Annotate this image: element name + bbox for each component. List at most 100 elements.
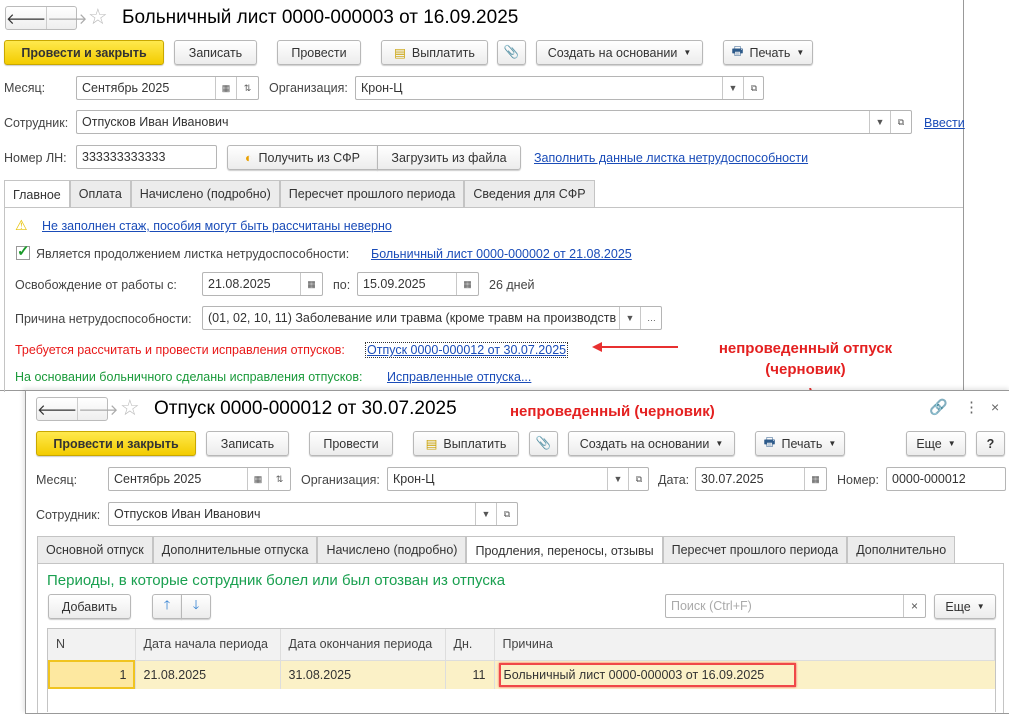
dropdown-icon[interactable]: ▼	[475, 503, 496, 525]
corrected-vacations-link[interactable]: Исправленные отпуска...	[387, 370, 531, 384]
reason-field[interactable]: (01, 02, 10, 11) Заболевание или травма …	[202, 306, 662, 330]
release-to-field[interactable]: 15.09.2025 ▦	[357, 272, 479, 296]
open-icon[interactable]: ⧉	[496, 503, 517, 525]
continuation-checkbox[interactable]: ✓	[16, 244, 30, 260]
favorite-star-icon[interactable]: ☆	[88, 4, 108, 30]
col-start[interactable]: Дата начала периода	[135, 629, 281, 660]
org-field[interactable]: Крон-Ц ▼ ⧉	[387, 467, 649, 491]
tab-accrued[interactable]: Начислено (подробно)	[317, 536, 467, 563]
calendar-icon[interactable]: ▦	[804, 468, 826, 490]
link-icon[interactable]: 🔗	[929, 398, 948, 416]
col-days[interactable]: Дн.	[445, 629, 495, 660]
dropdown-icon[interactable]: ▼	[869, 111, 890, 133]
calendar-icon[interactable]: ▦	[247, 468, 268, 490]
chevron-down-icon: ▼	[976, 602, 985, 611]
days-count: 26 дней	[489, 278, 535, 292]
number-field[interactable]: 0000-000012	[886, 467, 1006, 491]
forward-icon[interactable]: 🡒	[77, 398, 118, 420]
tab-recalc[interactable]: Пересчет прошлого периода	[279, 180, 465, 207]
ln-number-field[interactable]: 333333333333	[76, 145, 217, 169]
favorite-star-icon[interactable]: ☆	[120, 395, 140, 421]
open-icon[interactable]: ⧉	[628, 468, 648, 490]
post-button[interactable]: Провести	[309, 431, 393, 456]
continuation-link[interactable]: Больничный лист 0000-000002 от 21.08.202…	[371, 247, 632, 261]
tab-accrued[interactable]: Начислено (подробно)	[130, 180, 280, 207]
table-header: N Дата начала периода Дата окончания пер…	[48, 629, 995, 660]
table-more-button[interactable]: Еще ▼	[934, 594, 996, 619]
print-button[interactable]: 🖶 Печать ▼	[755, 431, 845, 456]
calendar-icon[interactable]: ▦	[300, 273, 322, 295]
load-file-button[interactable]: Загрузить из файла	[377, 145, 521, 170]
cell-reason[interactable]: Больничный лист 0000-000003 от 16.09.202…	[494, 660, 995, 689]
tab-panel-border	[4, 207, 5, 392]
month-field[interactable]: Сентябрь 2025 ▦ ⇅	[76, 76, 259, 100]
close-icon[interactable]: ×	[991, 399, 999, 415]
tab-additional-vacations[interactable]: Дополнительные отпуска	[152, 536, 318, 563]
warning-link[interactable]: Не заполнен стаж, пособия могут быть рас…	[42, 219, 392, 233]
tab-sfr-info[interactable]: Сведения для СФР	[464, 180, 595, 207]
fill-data-link[interactable]: Заполнить данные листка нетрудоспособнос…	[534, 151, 808, 165]
cell-days[interactable]: 11	[445, 660, 495, 689]
cell-n[interactable]: 1	[48, 660, 136, 689]
continuation-label: Является продолжением листка нетрудоспос…	[36, 247, 350, 261]
move-up-button[interactable]: 🡑	[152, 594, 182, 619]
tab-recalc[interactable]: Пересчет прошлого периода	[662, 536, 848, 563]
org-field[interactable]: Крон-Ц ▼ ⧉	[355, 76, 764, 100]
calendar-icon[interactable]: ▦	[456, 273, 478, 295]
add-button[interactable]: Добавить	[48, 594, 131, 619]
col-n[interactable]: N	[48, 629, 136, 660]
save-button[interactable]: Записать	[174, 40, 257, 65]
tab-main-vacation[interactable]: Основной отпуск	[37, 536, 153, 563]
col-reason[interactable]: Причина	[494, 629, 995, 660]
post-and-close-button[interactable]: Провести и закрыть	[36, 431, 196, 456]
cell-end[interactable]: 31.08.2025	[280, 660, 446, 689]
print-button[interactable]: 🖶 Печать ▼	[723, 40, 813, 65]
calendar-icon[interactable]: ▦	[215, 77, 236, 99]
move-down-button[interactable]: 🡓	[181, 594, 211, 619]
clear-search-icon[interactable]: ×	[903, 595, 925, 617]
back-icon[interactable]: 🡐	[6, 7, 46, 29]
dropdown-icon[interactable]: ▼	[619, 307, 640, 329]
more-button[interactable]: Еще ▼	[906, 431, 966, 456]
forward-icon[interactable]: 🡒	[46, 7, 87, 29]
open-icon[interactable]: ⧉	[743, 77, 763, 99]
get-from-sfr-button[interactable]: ◐ Получить из СФР	[227, 145, 378, 170]
release-from-field[interactable]: 21.08.2025 ▦	[202, 272, 323, 296]
sick-leave-tabs: Главное Оплата Начислено (подробно) Пере…	[4, 180, 595, 208]
cell-start[interactable]: 21.08.2025	[135, 660, 281, 689]
employee-field[interactable]: Отпусков Иван Иванович ▼ ⧉	[76, 110, 912, 134]
create-based-button[interactable]: Создать на основании ▼	[536, 40, 703, 65]
tab-payment[interactable]: Оплата	[69, 180, 131, 207]
month-field[interactable]: Сентябрь 2025 ▦ ⇅	[108, 467, 291, 491]
attach-button[interactable]: 📎	[497, 40, 526, 65]
post-button[interactable]: Провести	[277, 40, 361, 65]
col-end[interactable]: Дата окончания периода	[280, 629, 446, 660]
dropdown-icon[interactable]: ▼	[722, 77, 743, 99]
back-icon[interactable]: 🡐	[37, 398, 77, 420]
required-vacation-link[interactable]: Отпуск 0000-000012 от 30.07.2025	[364, 342, 569, 358]
date-field[interactable]: 30.07.2025 ▦	[695, 467, 827, 491]
pay-button[interactable]: ▤ Выплатить	[413, 431, 519, 456]
help-button[interactable]: ?	[976, 431, 1005, 456]
select-more-icon[interactable]: …	[640, 307, 661, 329]
table-row[interactable]: 1 21.08.2025 31.08.2025 11 Больничный ли…	[48, 660, 995, 689]
save-button[interactable]: Записать	[206, 431, 289, 456]
attach-button[interactable]: 📎	[529, 431, 558, 456]
search-input[interactable]: Поиск (Ctrl+F) ×	[665, 594, 926, 618]
org-label: Организация:	[301, 473, 380, 487]
tab-divider	[4, 207, 963, 208]
date-label: Дата:	[658, 473, 690, 487]
stepper-icon[interactable]: ⇅	[236, 77, 258, 99]
more-menu-icon[interactable]: ⋮	[964, 398, 979, 416]
tab-additional[interactable]: Дополнительно	[847, 536, 956, 563]
tab-main[interactable]: Главное	[4, 180, 70, 208]
enter-link[interactable]: Ввести	[924, 116, 965, 130]
create-based-button[interactable]: Создать на основании ▼	[568, 431, 735, 456]
post-and-close-button[interactable]: Провести и закрыть	[4, 40, 164, 65]
dropdown-icon[interactable]: ▼	[607, 468, 628, 490]
employee-field[interactable]: Отпусков Иван Иванович ▼ ⧉	[108, 502, 518, 526]
tab-extensions[interactable]: Продления, переносы, отзывы	[466, 536, 663, 564]
pay-button[interactable]: ▤ Выплатить	[381, 40, 488, 65]
open-icon[interactable]: ⧉	[890, 111, 911, 133]
stepper-icon[interactable]: ⇅	[268, 468, 290, 490]
